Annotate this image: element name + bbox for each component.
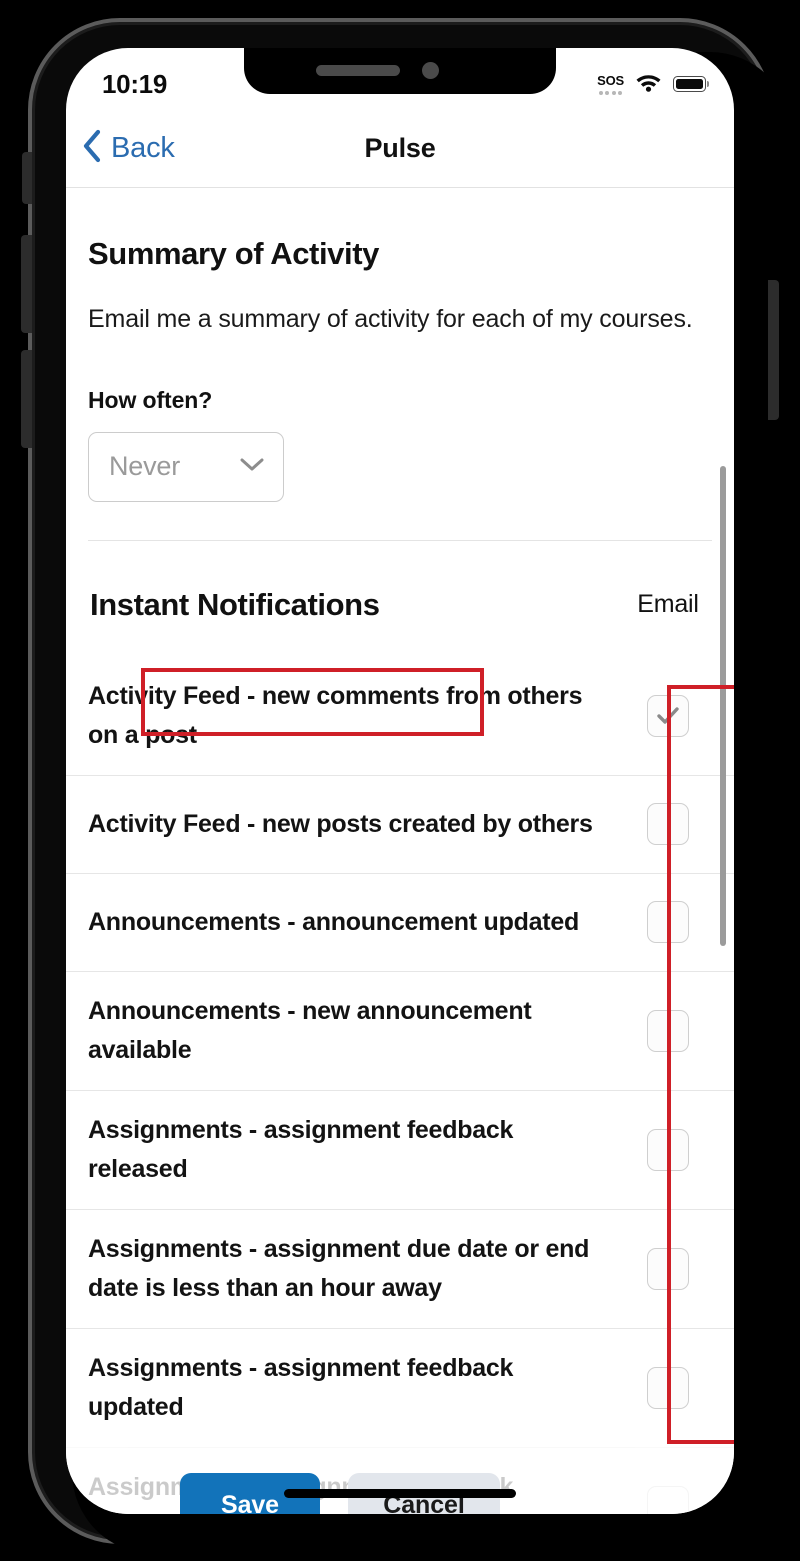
email-cell — [624, 1128, 712, 1171]
battery-full-icon — [673, 76, 709, 92]
front-camera — [422, 62, 439, 79]
table-row: Activity Feed - new posts created by oth… — [66, 774, 734, 873]
notification-label: Announcements - new announcement availab… — [88, 996, 532, 1064]
table-row: Assignments - assignment due date or end… — [66, 1208, 734, 1328]
phone-silence-switch[interactable] — [22, 152, 32, 204]
notification-label: Activity Feed - new comments from others… — [88, 681, 583, 749]
content-scrollbar[interactable] — [720, 466, 726, 946]
email-cell — [624, 694, 712, 737]
status-indicators: SOS — [597, 72, 709, 97]
table-row: Assignments - assignment feedback releas… — [66, 1089, 734, 1209]
table-row: Activity Feed - new comments from others… — [66, 657, 734, 775]
section-divider — [88, 539, 712, 541]
instant-notifications-title: Instant Notifications — [90, 586, 380, 622]
earpiece-speaker — [316, 65, 400, 76]
email-checkbox[interactable] — [647, 1128, 689, 1171]
email-checkbox[interactable] — [647, 1485, 689, 1514]
email-checkbox[interactable] — [647, 1366, 689, 1409]
notification-label: Assignments - assignment feedback releas… — [88, 1115, 514, 1183]
wifi-icon — [635, 72, 662, 97]
table-row: Announcements - announcement updated — [66, 872, 734, 971]
phone-volume-up-button[interactable] — [21, 235, 32, 333]
notification-label: Assignments - assignment feedback update… — [88, 1353, 514, 1421]
sos-label: SOS — [597, 73, 624, 88]
email-cell — [624, 1009, 712, 1052]
table-row: Announcements - new announcement availab… — [66, 970, 734, 1090]
nav-bar: Back Pulse — [66, 110, 734, 188]
email-checkbox[interactable] — [647, 1247, 689, 1290]
email-checkbox[interactable] — [647, 1009, 689, 1052]
phone-screen: 10:19 SOS Back Pulse Summary of Activity… — [66, 48, 734, 1514]
email-cell — [624, 803, 712, 846]
back-button-label: Back — [111, 132, 175, 164]
notification-label: Activity Feed - new posts created by oth… — [88, 809, 593, 838]
notification-label: Assignments - assignment due date or end… — [88, 1234, 590, 1302]
screenshot-root: 10:19 SOS Back Pulse Summary of Activity… — [0, 0, 800, 1561]
sos-indicator: SOS — [597, 73, 624, 95]
chevron-left-icon — [82, 129, 102, 168]
phone-volume-down-button[interactable] — [21, 350, 32, 448]
frequency-label: How often? — [88, 386, 213, 413]
email-cell — [624, 1485, 712, 1514]
status-clock: 10:19 — [102, 68, 167, 99]
home-indicator[interactable] — [284, 1489, 516, 1498]
notification-table: Activity Feed - new comments from others… — [66, 657, 734, 1514]
summary-heading: Summary of Activity — [88, 236, 380, 271]
back-button[interactable]: Back — [82, 129, 175, 168]
summary-description: Email me a summary of activity for each … — [88, 305, 693, 333]
email-cell — [624, 901, 712, 944]
settings-content: Summary of Activity Email me a summary o… — [66, 188, 734, 1514]
phone-notch — [244, 48, 556, 94]
notification-label: Announcements - announcement updated — [88, 907, 580, 936]
table-row: Assignments - assignment feedback update… — [66, 1327, 734, 1447]
email-checkbox[interactable] — [647, 803, 689, 846]
chevron-down-icon — [239, 456, 265, 477]
summary-section: Summary of Activity Email me a summary o… — [66, 188, 734, 502]
signal-dots-icon — [598, 91, 623, 95]
email-cell — [624, 1366, 712, 1409]
email-column-header: Email — [637, 590, 699, 619]
instant-notifications-header: Instant Notifications Email — [66, 571, 734, 639]
phone-power-button[interactable] — [768, 280, 779, 420]
frequency-select-value: Never — [109, 451, 181, 482]
frequency-select[interactable]: Never — [88, 431, 284, 502]
email-cell — [624, 1247, 712, 1290]
email-checkbox-checked[interactable] — [647, 694, 689, 737]
email-checkbox[interactable] — [647, 901, 689, 944]
check-icon — [657, 707, 679, 724]
